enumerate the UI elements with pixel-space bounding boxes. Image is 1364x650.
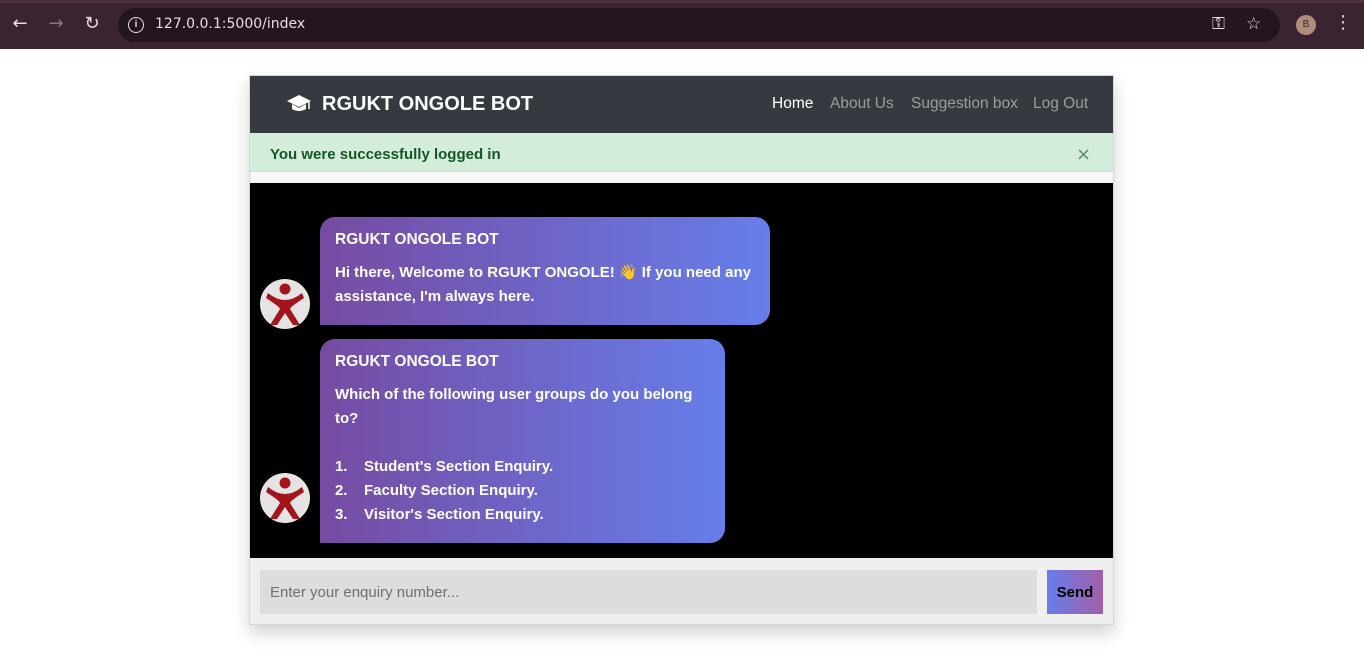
option-number: 2. — [335, 482, 348, 499]
message-text: Hi there, Welcome to RGUKT ONGOLE! 👋 If … — [335, 264, 751, 305]
options-list: 1. Student's Section Enquiry. 2. Faculty… — [335, 455, 710, 527]
kebab-menu-icon[interactable]: ⋮ — [1334, 12, 1352, 33]
option-label: Faculty Section Enquiry. — [364, 482, 538, 499]
tab-strip — [0, 0, 1364, 3]
browser-toolbar: ← → ↻ i 127.0.0.1:5000/index ⚿ ☆ B ⋮ — [0, 0, 1364, 49]
list-item: 3. Visitor's Section Enquiry. — [335, 503, 710, 527]
address-bar[interactable]: i 127.0.0.1:5000/index ⚿ ☆ — [118, 8, 1280, 42]
nav-log-out[interactable]: Log Out — [1033, 95, 1088, 113]
reload-icon[interactable]: ↻ — [81, 13, 103, 35]
chat-app-container: RGUKT ONGOLE BOT Home About Us Suggestio… — [249, 75, 1114, 625]
option-label: Student's Section Enquiry. — [364, 458, 554, 475]
bot-avatar — [260, 473, 310, 523]
bot-logo-icon — [266, 283, 304, 325]
nav-about-us[interactable]: About Us — [830, 95, 894, 113]
key-icon[interactable]: ⚿ — [1212, 14, 1225, 34]
success-alert: You were successfully logged in × — [250, 133, 1113, 172]
message-text: Which of the following user groups do yo… — [335, 386, 693, 427]
forward-arrow-icon[interactable]: → — [45, 13, 67, 35]
list-item: 2. Faculty Section Enquiry. — [335, 479, 710, 503]
brand-title[interactable]: RGUKT ONGOLE BOT — [322, 93, 533, 116]
bot-logo-icon — [266, 477, 304, 519]
send-button[interactable]: Send — [1047, 570, 1103, 614]
enquiry-input[interactable] — [260, 570, 1037, 614]
option-number: 3. — [335, 506, 348, 523]
chat-messages[interactable]: RGUKT ONGOLE BOT Hi there, Welcome to RG… — [250, 183, 1113, 558]
bot-message: RGUKT ONGOLE BOT Hi there, Welcome to RG… — [320, 217, 770, 325]
message-sender: RGUKT ONGOLE BOT — [335, 231, 499, 248]
message-sender: RGUKT ONGOLE BOT — [335, 353, 499, 370]
bot-avatar — [260, 279, 310, 329]
url-text[interactable]: 127.0.0.1:5000/index — [155, 16, 305, 32]
graduation-cap-icon — [287, 95, 311, 111]
star-icon[interactable]: ☆ — [1246, 14, 1261, 34]
alert-message: You were successfully logged in — [270, 146, 501, 163]
close-icon[interactable]: × — [1076, 146, 1091, 164]
option-label: Visitor's Section Enquiry. — [364, 506, 544, 523]
back-arrow-icon[interactable]: ← — [9, 13, 31, 35]
navbar: RGUKT ONGOLE BOT Home About Us Suggestio… — [250, 76, 1113, 133]
list-item: 1. Student's Section Enquiry. — [335, 455, 710, 479]
message-input-bar: Send — [250, 558, 1113, 624]
nav-suggestion-box[interactable]: Suggestion box — [911, 95, 1018, 113]
info-icon[interactable]: i — [128, 17, 144, 33]
bot-message: RGUKT ONGOLE BOT Which of the following … — [320, 339, 725, 543]
profile-avatar[interactable]: B — [1296, 15, 1316, 35]
option-number: 1. — [335, 458, 348, 475]
nav-home[interactable]: Home — [772, 95, 813, 113]
